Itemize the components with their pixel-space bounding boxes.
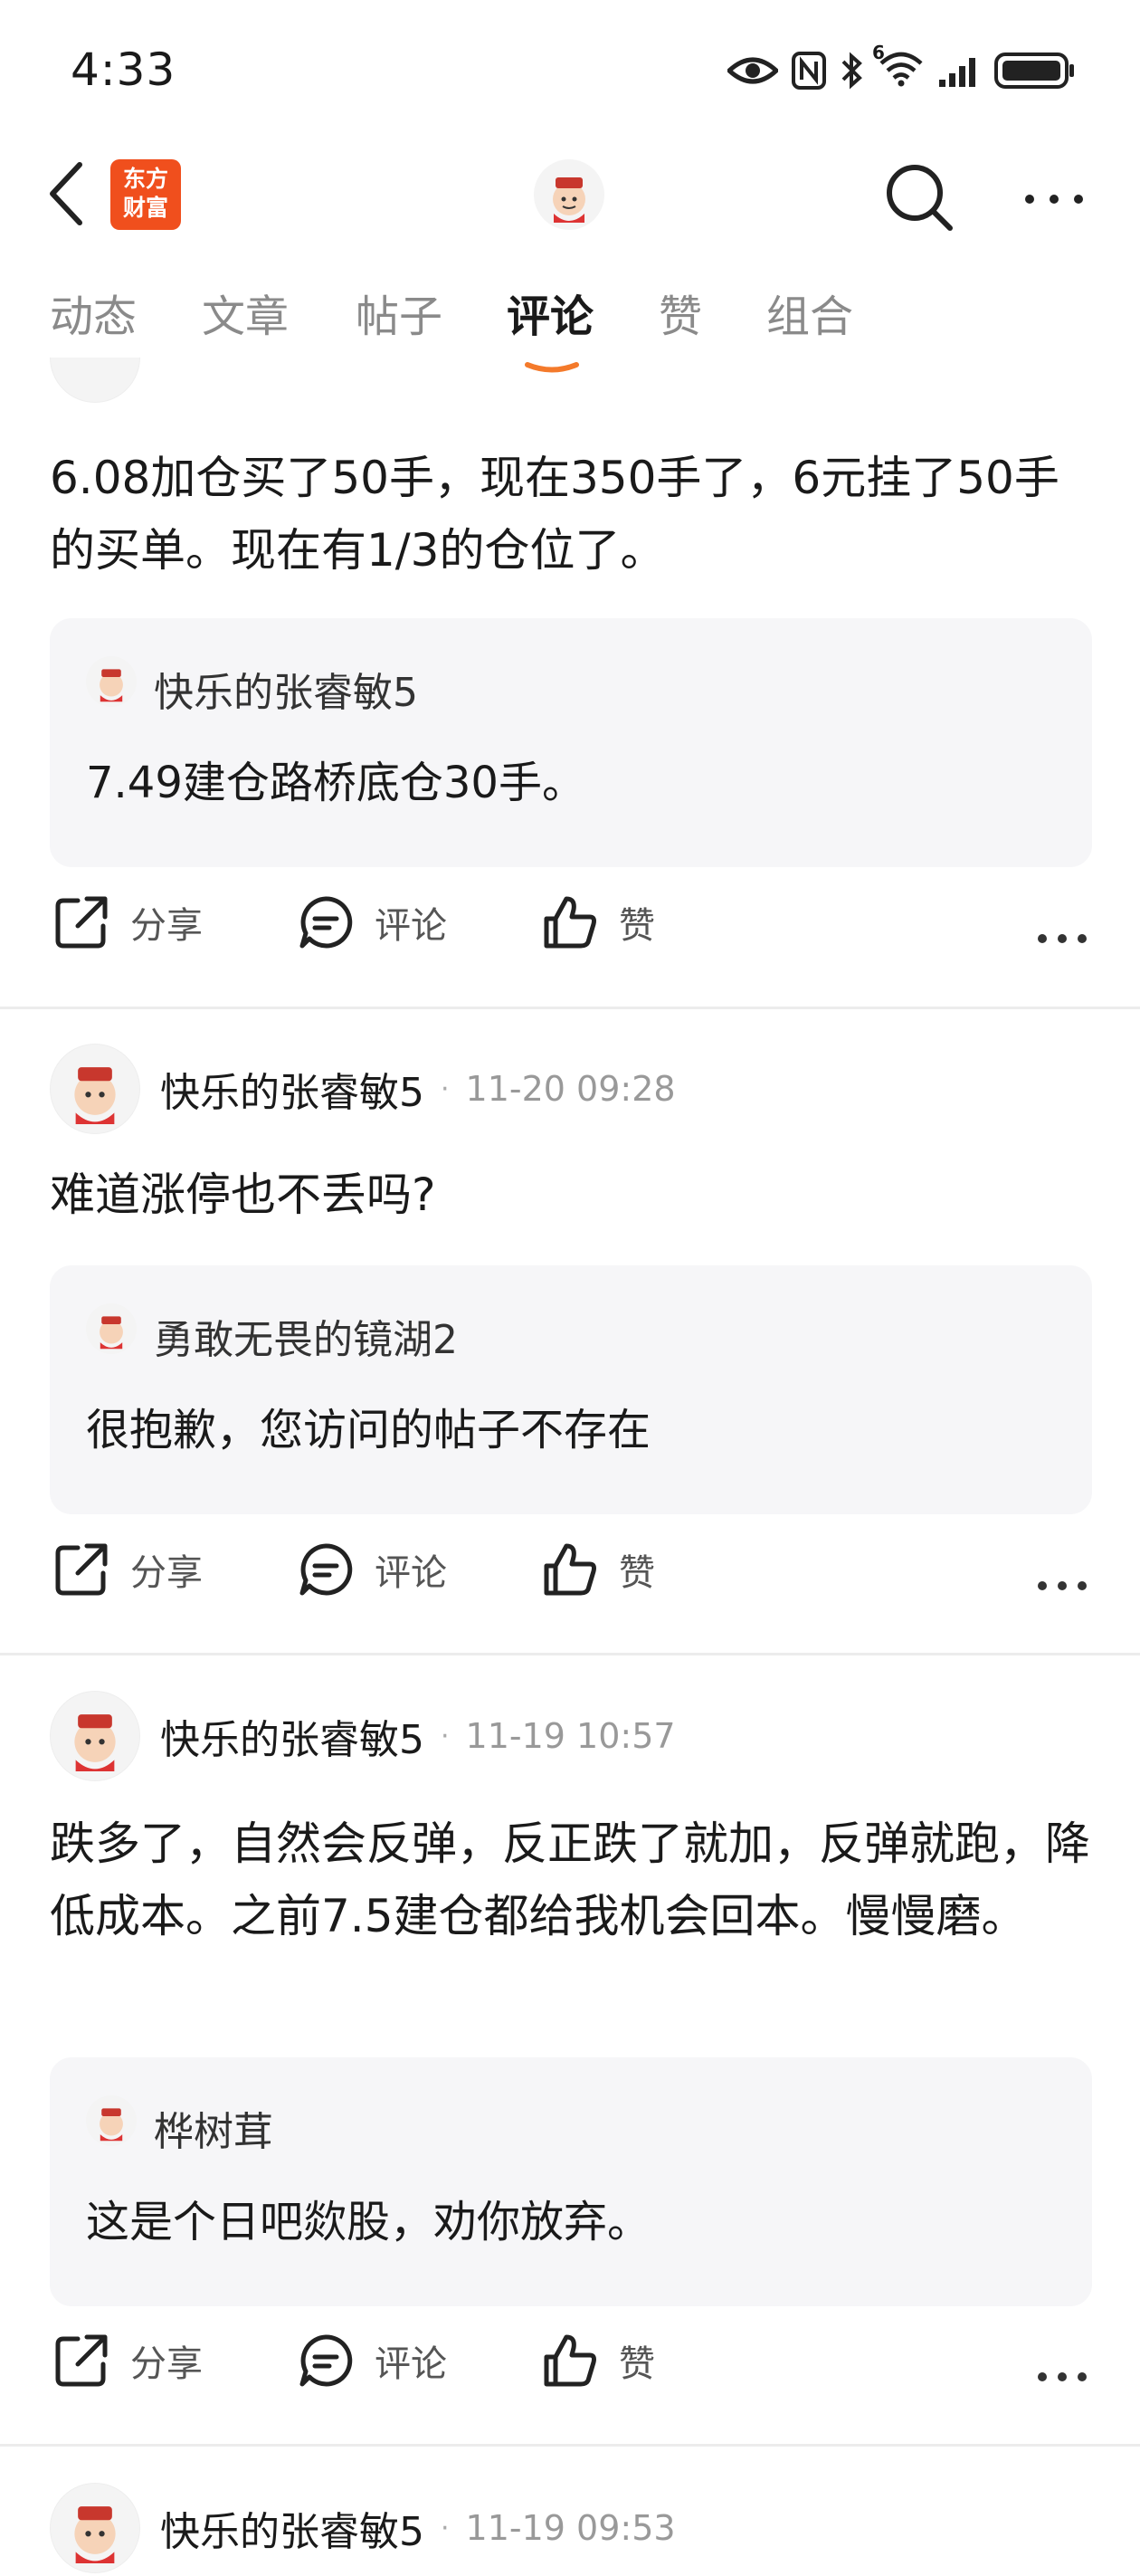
quote-author[interactable]: 桦树茸	[154, 2099, 273, 2157]
comment-label: 评论	[375, 905, 447, 947]
network-label: 6	[872, 42, 885, 63]
more-icon[interactable]	[1022, 188, 1086, 210]
quoted-post[interactable]: 桦树茸 这是个日吧欻股，劝你放弃。	[50, 2057, 1092, 2306]
quote-author[interactable]: 勇敢无畏的镜湖2	[154, 1307, 458, 1365]
signal-icon	[939, 58, 975, 87]
caishen-avatar-icon	[74, 1714, 116, 1771]
author-row[interactable]: 快乐的张睿敏5 · 11-19 09:53	[50, 2483, 1090, 2573]
avatar	[50, 358, 140, 403]
caishen-avatar-icon	[100, 2108, 123, 2142]
share-icon	[55, 896, 108, 949]
profile-tabs: 动态 文章 帖子 评论 赞 组合	[0, 281, 1140, 362]
author-row[interactable]: 快乐的张睿敏5 · 11-20 09:28	[50, 1044, 1090, 1134]
post-text[interactable]: 难道涨停也不丢吗?	[50, 1159, 1090, 1231]
divider	[0, 2444, 1140, 2447]
like-icon	[544, 2334, 596, 2387]
partial-author-row	[50, 358, 140, 412]
share-button[interactable]: 分享	[52, 893, 203, 951]
caishen-avatar-icon	[74, 2506, 116, 2563]
tab-portfolio[interactable]: 组合	[766, 281, 853, 344]
author-row[interactable]: 快乐的张睿敏5 · 11-19 10:57	[50, 1691, 1090, 1781]
share-icon	[55, 2334, 108, 2387]
eye-icon	[727, 57, 778, 84]
caishen-avatar-icon	[100, 669, 123, 702]
bluetooth-icon	[841, 52, 862, 90]
post-text[interactable]: 跌多了，自然会反弹，反正跌了就加，反弹就跑，降低成本。之前7.5建仓都给我机会回…	[50, 1808, 1090, 1952]
divider	[0, 1007, 1140, 1009]
share-button[interactable]: 分享	[52, 1541, 203, 1598]
like-label: 赞	[619, 2343, 655, 2385]
caishen-avatar-icon	[74, 1067, 116, 1124]
like-icon	[544, 1543, 596, 1596]
separator-dot: ·	[441, 1073, 450, 1105]
quote-text: 7.49建仓路桥底仓30手。	[86, 758, 585, 808]
post-more-icon[interactable]	[1037, 930, 1088, 948]
battery-icon	[994, 52, 1074, 89]
caishen-avatar-icon	[553, 177, 585, 223]
avatar[interactable]	[50, 1691, 140, 1781]
tab-posts[interactable]: 帖子	[356, 281, 442, 344]
logo-line1: 东方	[122, 166, 168, 192]
separator-dot: ·	[441, 2512, 450, 2544]
post-actions: 分享 评论 赞	[0, 2332, 1140, 2422]
author-name[interactable]: 快乐的张睿敏5	[160, 1060, 424, 1118]
post-more-icon[interactable]	[1037, 1577, 1088, 1595]
tab-dynamic[interactable]: 动态	[50, 281, 137, 344]
profile-avatar[interactable]	[534, 159, 604, 230]
quoted-post[interactable]: 勇敢无畏的镜湖2 很抱歉，您访问的帖子不存在	[50, 1265, 1092, 1514]
logo-line2: 财富	[122, 195, 168, 221]
share-label: 分享	[130, 905, 203, 947]
like-label: 赞	[619, 905, 655, 947]
share-label: 分享	[130, 2343, 203, 2385]
like-button[interactable]: 赞	[541, 2332, 655, 2390]
active-tab-indicator	[525, 362, 579, 373]
separator-dot: ·	[441, 1720, 450, 1752]
quote-avatar	[86, 656, 137, 707]
post-time: 11-20 09:28	[465, 1069, 676, 1109]
quoted-post[interactable]: 快乐的张睿敏5 7.49建仓路桥底仓30手。	[50, 618, 1092, 867]
like-icon	[544, 896, 596, 949]
status-time: 4:33	[71, 43, 176, 96]
post-more-icon[interactable]	[1037, 2368, 1088, 2386]
author-name[interactable]: 快乐的张睿敏5	[160, 1707, 424, 1765]
like-button[interactable]: 赞	[541, 893, 655, 951]
post-time: 11-19 09:53	[465, 2508, 676, 2548]
author-name[interactable]: 快乐的张睿敏5	[160, 2499, 424, 2557]
caishen-avatar-icon	[100, 1316, 123, 1350]
comment-button[interactable]: 评论	[297, 1541, 447, 1598]
quote-text: 这是个日吧欻股，劝你放弃。	[86, 2197, 651, 2247]
share-button[interactable]: 分享	[52, 2332, 203, 2390]
status-icons: 6	[727, 42, 1077, 98]
divider	[0, 1653, 1140, 1655]
post-time: 11-19 10:57	[465, 1716, 676, 1756]
quote-avatar	[86, 1303, 137, 1354]
nfc-icon	[792, 52, 826, 90]
quote-avatar	[86, 2095, 137, 2146]
comment-icon	[299, 896, 353, 949]
share-label: 分享	[130, 1552, 203, 1594]
comment-button[interactable]: 评论	[297, 2332, 447, 2390]
search-icon[interactable]	[883, 161, 955, 234]
avatar[interactable]	[50, 1044, 140, 1134]
post-text[interactable]: 6.08加仓买了50手，现在350手了，6元挂了50手的买单。现在有1/3的仓位…	[50, 442, 1090, 587]
comment-label: 评论	[375, 2343, 447, 2385]
like-label: 赞	[619, 1552, 655, 1594]
comment-label: 评论	[375, 1552, 447, 1594]
comment-button[interactable]: 评论	[297, 893, 447, 951]
tab-likes[interactable]: 赞	[659, 281, 702, 344]
tab-comments[interactable]: 评论	[507, 281, 594, 344]
back-icon[interactable]	[47, 161, 87, 226]
share-icon	[55, 1543, 108, 1596]
avatar[interactable]	[50, 2483, 140, 2573]
app-logo[interactable]: 东方 财富	[110, 159, 181, 230]
quote-author[interactable]: 快乐的张睿敏5	[154, 660, 418, 718]
like-button[interactable]: 赞	[541, 1541, 655, 1598]
post-actions: 分享 评论 赞	[0, 1541, 1140, 1631]
quote-text: 很抱歉，您访问的帖子不存在	[86, 1405, 651, 1455]
tab-articles[interactable]: 文章	[202, 281, 289, 344]
comment-icon	[299, 1543, 353, 1596]
post-actions: 分享 评论 赞	[0, 893, 1140, 984]
comment-icon	[299, 2334, 353, 2387]
